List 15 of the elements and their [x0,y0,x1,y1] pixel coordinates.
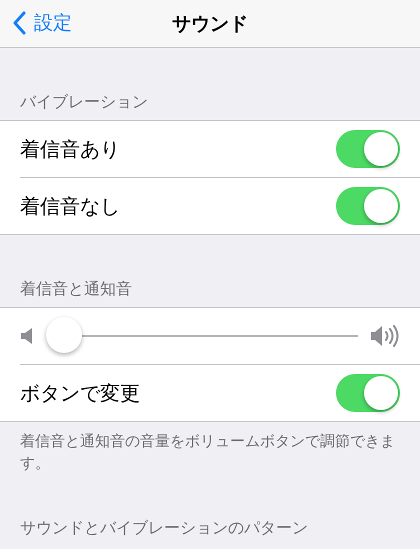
speaker-high-icon [370,323,400,349]
back-chevron-icon [12,11,26,35]
section-header: 着信音と通知音 [20,279,132,298]
section-header: サウンドとバイブレーションのパターン [20,518,308,537]
toggle-switch[interactable] [336,374,400,412]
setting-label: 着信音なし [20,192,120,220]
screen-title: サウンド [172,12,248,36]
section-footer: 着信音と通知音の音量をボリュームボタンで調節できます。 [20,432,395,472]
setting-label: 着信音あり [20,136,120,162]
toggle-switch[interactable] [336,130,400,168]
speaker-low-icon [20,326,34,346]
toggle-switch[interactable] [336,187,400,225]
setting-label: ボタンで変更 [20,380,140,406]
section-header: バイブレーション [20,92,148,111]
back-button[interactable]: 設定 [8,6,76,40]
